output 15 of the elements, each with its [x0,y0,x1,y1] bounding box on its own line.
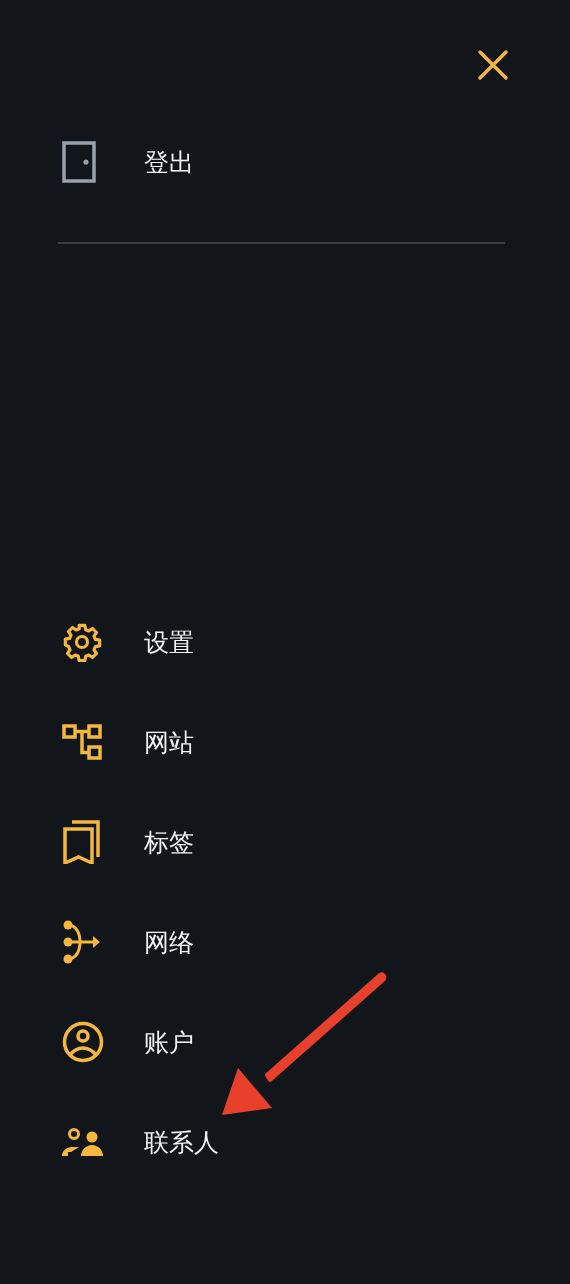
bookmarks-icon [62,820,102,864]
menu-item[interactable]: 网络 [0,892,570,992]
account-icon [62,1021,104,1063]
menu-item[interactable]: 账户 [0,992,570,1092]
logout-item[interactable]: 登出 [0,112,570,212]
menu-item[interactable]: 设置 [0,592,570,692]
door-icon [62,141,96,183]
close-icon [478,50,508,80]
gear-icon [62,622,102,662]
contacts-icon [62,1127,104,1157]
sitemap-icon [62,724,102,760]
menu-item[interactable]: 联系人 [0,1092,570,1192]
menu-item[interactable]: 网站 [0,692,570,792]
menu-item[interactable]: 标签 [0,792,570,892]
network-icon [62,920,102,964]
